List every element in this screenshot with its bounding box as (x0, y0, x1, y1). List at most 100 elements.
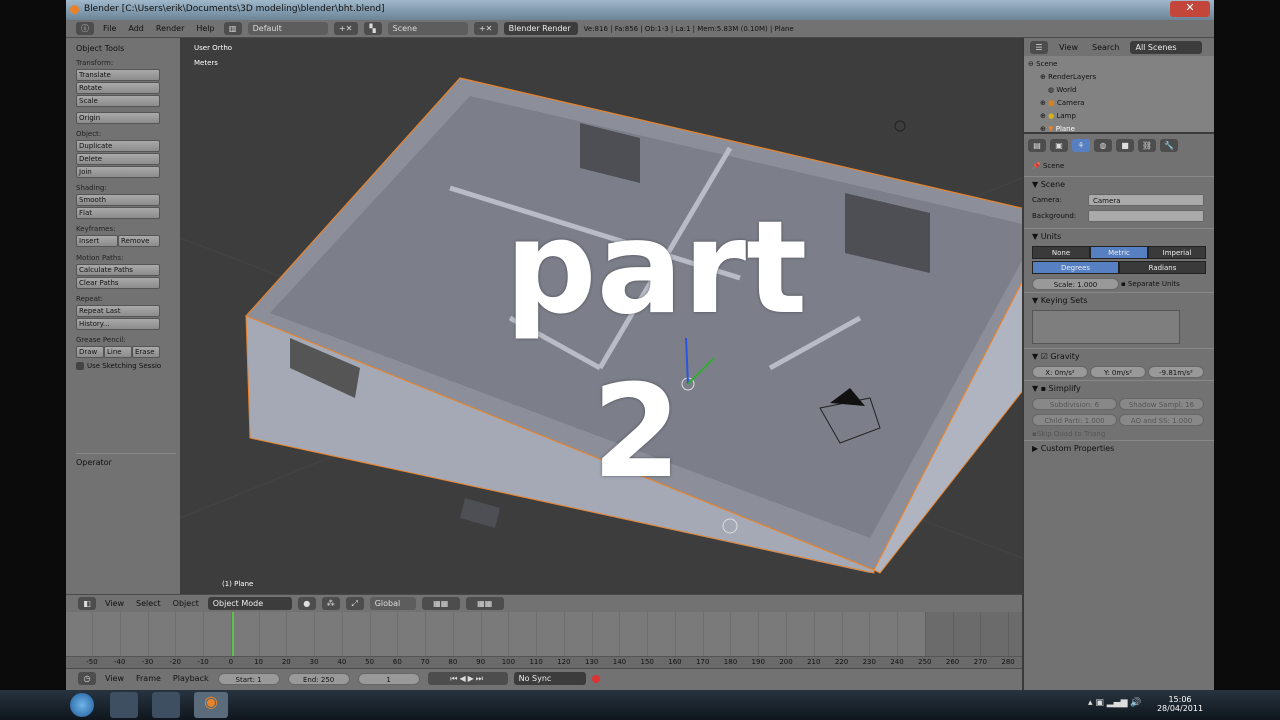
outliner-item[interactable]: ⊕ ■ Camera (1028, 97, 1210, 110)
line-button[interactable]: Line (104, 346, 132, 358)
separate-units-checkbox[interactable]: ▪ Separate Units (1121, 280, 1206, 288)
outliner-type-icon[interactable]: ☰ (1030, 40, 1048, 54)
timeline-ruler[interactable]: -50 -40 -30 -20 -10 0 10 20 30 40 50 60 70 80 90 100 110… (66, 656, 1022, 668)
translate-button[interactable]: Translate (76, 69, 160, 81)
draw-button[interactable]: Draw (76, 346, 104, 358)
units-imperial[interactable]: Imperial (1148, 246, 1206, 259)
menu-object[interactable]: Object (170, 599, 202, 608)
skip-quad-checkbox[interactable]: ▪ Skip Quad to Triang (1024, 428, 1214, 440)
gravity-y[interactable]: Y: 0m/s² (1090, 366, 1146, 378)
layout-add-remove[interactable]: +✕ (333, 22, 358, 35)
layout-select[interactable]: Default (247, 22, 328, 35)
simplify-panel-header[interactable]: ▼ ▪ Simplify (1024, 380, 1214, 396)
scene-add-remove[interactable]: +✕ (473, 22, 498, 35)
current-frame-field[interactable]: 1 (357, 672, 420, 685)
menu-file[interactable]: File (100, 24, 119, 33)
editor-type-icon[interactable]: ◧ (78, 597, 96, 610)
remove-keyframe-button[interactable]: Remove (118, 235, 160, 247)
3d-viewport[interactable]: User Ortho Meters (1) Plane part 2 (180, 38, 1022, 594)
erase-button[interactable]: Erase (132, 346, 160, 358)
scale-button[interactable]: Scale (76, 95, 160, 107)
outliner-item[interactable]: ◍ World (1028, 84, 1210, 97)
modifiers-tab-icon[interactable]: 🔧 (1160, 138, 1178, 152)
properties-type-icon[interactable]: ▤ (1028, 138, 1046, 152)
menu-help[interactable]: Help (193, 24, 217, 33)
units-metric[interactable]: Metric (1090, 246, 1148, 259)
operator-header[interactable]: Operator (76, 453, 176, 467)
keying-sets-header[interactable]: ▼ Keying Sets (1024, 292, 1214, 308)
custom-properties-header[interactable]: ▶ Custom Properties (1024, 440, 1214, 456)
shading-select-icon[interactable]: ● (297, 597, 316, 610)
outliner-view-menu[interactable]: View (1056, 43, 1081, 52)
close-button[interactable]: ✕ (1170, 1, 1210, 17)
menu-add[interactable]: Add (125, 24, 147, 33)
units-none[interactable]: None (1032, 246, 1090, 259)
object-tab-icon[interactable]: ■ (1116, 138, 1134, 152)
insert-keyframe-button[interactable]: Insert (76, 235, 118, 247)
delete-button[interactable]: Delete (76, 153, 160, 165)
start-frame-field[interactable]: Start: 1 (217, 672, 280, 685)
mode-select[interactable]: Object Mode (207, 597, 292, 610)
scene-tab-icon[interactable]: ⚘ (1072, 138, 1090, 152)
unit-scale-field[interactable]: Scale: 1.000 (1032, 278, 1119, 290)
flat-button[interactable]: Flat (76, 207, 160, 219)
render-engine-select[interactable]: Blender Render (503, 22, 578, 35)
playback-controls[interactable]: ⏮◀▶⏭ (427, 672, 508, 685)
menu-view[interactable]: View (102, 599, 127, 608)
editor-type-icon[interactable]: ⓘ (76, 22, 94, 35)
outliner-search-menu[interactable]: Search (1089, 43, 1122, 52)
tray-icons[interactable]: ▴ ▣ ▂▄▆ 🔊 (1088, 698, 1142, 708)
scene-select[interactable]: Scene (387, 22, 468, 35)
layers-icon[interactable]: ▦▦ (421, 597, 460, 610)
calculate-paths-button[interactable]: Calculate Paths (76, 264, 160, 276)
smooth-button[interactable]: Smooth (76, 194, 160, 206)
clock[interactable]: 15:06 28/04/2011 (1150, 695, 1210, 713)
keying-sets-list[interactable] (1032, 310, 1180, 344)
layers-icon-2[interactable]: ▦▦ (465, 597, 504, 610)
duplicate-button[interactable]: Duplicate (76, 140, 160, 152)
menu-render[interactable]: Render (153, 24, 187, 33)
sketching-checkbox[interactable] (76, 362, 84, 370)
gravity-x[interactable]: X: 0m/s² (1032, 366, 1088, 378)
taskbar-app[interactable] (110, 692, 138, 718)
pivot-icon[interactable]: ⁂ (321, 597, 340, 610)
clear-paths-button[interactable]: Clear Paths (76, 277, 160, 289)
origin-button[interactable]: Origin (76, 112, 160, 124)
constraints-tab-icon[interactable]: ⛓ (1138, 138, 1156, 152)
world-tab-icon[interactable]: ◍ (1094, 138, 1112, 152)
history-button[interactable]: History... (76, 318, 160, 330)
start-button[interactable] (70, 693, 94, 717)
camera-field[interactable]: Camera (1088, 194, 1204, 206)
menu-playback[interactable]: Playback (170, 674, 212, 683)
sync-select[interactable]: No Sync (513, 672, 586, 685)
taskbar-app[interactable] (152, 692, 180, 718)
shadow-samples-field[interactable]: Shadow Sampl: 16 (1119, 398, 1204, 410)
units-panel-header[interactable]: ▼ Units (1024, 228, 1214, 244)
scene-icon[interactable]: ▚ (363, 22, 382, 35)
subdivision-field[interactable]: Subdivision: 6 (1032, 398, 1117, 410)
layout-icon[interactable]: ▥ (223, 22, 242, 35)
rotation-degrees[interactable]: Degrees (1032, 261, 1119, 274)
record-icon[interactable] (591, 674, 600, 683)
join-button[interactable]: Join (76, 166, 160, 178)
outliner-item[interactable]: ⊕ ● Lamp (1028, 110, 1210, 123)
scene-panel-header[interactable]: ▼ Scene (1024, 176, 1214, 192)
orientation-select[interactable]: Global (369, 597, 416, 610)
rotation-radians[interactable]: Radians (1119, 261, 1206, 274)
gravity-z[interactable]: -9.81m/s² (1148, 366, 1204, 378)
manipulator-icon[interactable]: ⤢ (345, 597, 364, 610)
editor-type-icon[interactable]: ◷ (78, 672, 96, 685)
outliner-item[interactable]: ⊖ Scene (1028, 58, 1210, 71)
menu-view[interactable]: View (102, 674, 127, 683)
repeat-last-button[interactable]: Repeat Last (76, 305, 160, 317)
child-particles-field[interactable]: Child Parti: 1.000 (1032, 414, 1117, 426)
outliner-item[interactable]: ⊕ RenderLayers (1028, 71, 1210, 84)
menu-frame[interactable]: Frame (133, 674, 164, 683)
object-tools-header[interactable]: Object Tools (76, 44, 170, 53)
menu-select[interactable]: Select (133, 599, 164, 608)
timeline-area[interactable] (66, 612, 1022, 656)
taskbar-blender[interactable]: ◉ (194, 692, 228, 718)
gravity-panel-header[interactable]: ▼ ☑ Gravity (1024, 348, 1214, 364)
rotate-button[interactable]: Rotate (76, 82, 160, 94)
end-frame-field[interactable]: End: 250 (287, 672, 350, 685)
